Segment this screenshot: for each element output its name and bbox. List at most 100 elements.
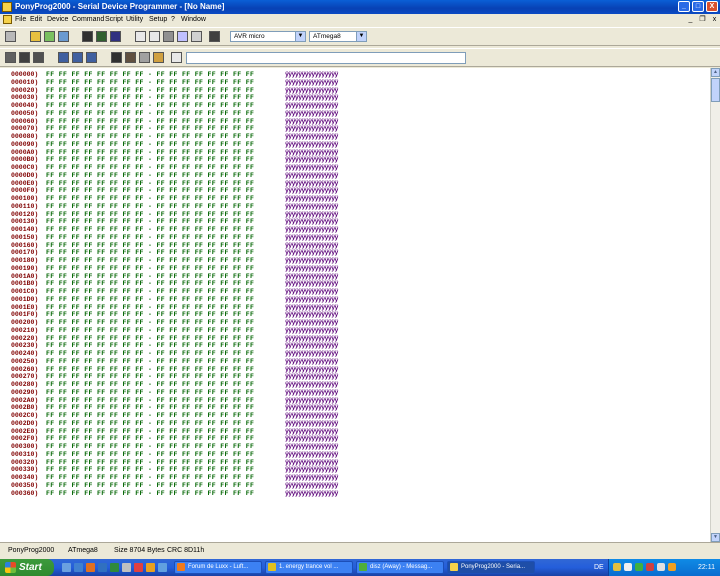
document-icon[interactable] (3, 15, 12, 24)
tray-messenger-icon[interactable] (635, 563, 643, 571)
row-ascii[interactable]: ÿÿÿÿÿÿÿÿÿÿÿÿÿÿÿÿ (285, 304, 338, 312)
tray-update-icon[interactable] (668, 563, 676, 571)
menu-help[interactable]: ? (171, 15, 175, 25)
title-bar[interactable]: PonyProg2000 - Serial Device Programmer … (0, 0, 720, 14)
row-hex-bytes[interactable]: FF FF FF FF FF FF FF FF - FF FF FF FF FF… (46, 304, 254, 312)
row-hex-bytes[interactable]: FF FF FF FF FF FF FF FF - FF FF FF FF FF… (46, 366, 254, 374)
row-ascii[interactable]: ÿÿÿÿÿÿÿÿÿÿÿÿÿÿÿÿ (285, 242, 338, 250)
row-ascii[interactable]: ÿÿÿÿÿÿÿÿÿÿÿÿÿÿÿÿ (285, 180, 338, 188)
row-ascii[interactable]: ÿÿÿÿÿÿÿÿÿÿÿÿÿÿÿÿ (285, 141, 338, 149)
chip-icon[interactable] (5, 31, 16, 42)
row-ascii[interactable]: ÿÿÿÿÿÿÿÿÿÿÿÿÿÿÿÿ (285, 265, 338, 273)
row-hex-bytes[interactable]: FF FF FF FF FF FF FF FF - FF FF FF FF FF… (46, 211, 254, 219)
row-hex-bytes[interactable]: FF FF FF FF FF FF FF FF - FF FF FF FF FF… (46, 133, 254, 141)
row-ascii[interactable]: ÿÿÿÿÿÿÿÿÿÿÿÿÿÿÿÿ (285, 319, 338, 327)
menu-setup[interactable]: Setup (149, 15, 167, 25)
open-folder-icon[interactable] (30, 31, 41, 42)
taskbar-item-music[interactable]: 1. energy trance vol ... (265, 561, 353, 574)
quicklaunch-firefox-icon[interactable] (86, 563, 95, 572)
row-hex-bytes[interactable]: FF FF FF FF FF FF FF FF - FF FF FF FF FF… (46, 180, 254, 188)
menu-device[interactable]: Device (47, 15, 68, 25)
row-hex-bytes[interactable]: FF FF FF FF FF FF FF FF - FF FF FF FF FF… (46, 203, 254, 211)
row-hex-bytes[interactable]: FF FF FF FF FF FF FF FF - FF FF FF FF FF… (46, 156, 254, 164)
row-ascii[interactable]: ÿÿÿÿÿÿÿÿÿÿÿÿÿÿÿÿ (285, 327, 338, 335)
scroll-thumb[interactable] (711, 78, 720, 102)
row-ascii[interactable]: ÿÿÿÿÿÿÿÿÿÿÿÿÿÿÿÿ (285, 474, 338, 482)
zoom-icon[interactable] (177, 31, 188, 42)
read-data-icon[interactable] (86, 52, 97, 63)
row-hex-bytes[interactable]: FF FF FF FF FF FF FF FF - FF FF FF FF FF… (46, 172, 254, 180)
row-ascii[interactable]: ÿÿÿÿÿÿÿÿÿÿÿÿÿÿÿÿ (285, 435, 338, 443)
row-ascii[interactable]: ÿÿÿÿÿÿÿÿÿÿÿÿÿÿÿÿ (285, 350, 338, 358)
row-ascii[interactable]: ÿÿÿÿÿÿÿÿÿÿÿÿÿÿÿÿ (285, 71, 338, 79)
row-ascii[interactable]: ÿÿÿÿÿÿÿÿÿÿÿÿÿÿÿÿ (285, 482, 338, 490)
row-hex-bytes[interactable]: FF FF FF FF FF FF FF FF - FF FF FF FF FF… (46, 249, 254, 257)
row-ascii[interactable]: ÿÿÿÿÿÿÿÿÿÿÿÿÿÿÿÿ (285, 335, 338, 343)
mdi-close-button[interactable]: x (710, 15, 719, 24)
row-hex-bytes[interactable]: FF FF FF FF FF FF FF FF - FF FF FF FF FF… (46, 218, 254, 226)
row-hex-bytes[interactable]: FF FF FF FF FF FF FF FF - FF FF FF FF FF… (46, 118, 254, 126)
row-hex-bytes[interactable]: FF FF FF FF FF FF FF FF - FF FF FF FF FF… (46, 79, 254, 87)
save-data-icon[interactable] (110, 31, 121, 42)
row-ascii[interactable]: ÿÿÿÿÿÿÿÿÿÿÿÿÿÿÿÿ (285, 373, 338, 381)
document-props-icon[interactable] (149, 31, 160, 42)
vertical-scrollbar[interactable]: ▲ ▼ (710, 68, 720, 542)
device-type-select[interactable]: ATmega8 ▼ (309, 31, 367, 42)
row-ascii[interactable]: ÿÿÿÿÿÿÿÿÿÿÿÿÿÿÿÿ (285, 443, 338, 451)
row-ascii[interactable]: ÿÿÿÿÿÿÿÿÿÿÿÿÿÿÿÿ (285, 381, 338, 389)
read-device-icon[interactable] (5, 52, 16, 63)
quicklaunch-app-icon[interactable] (122, 563, 131, 572)
row-ascii[interactable]: ÿÿÿÿÿÿÿÿÿÿÿÿÿÿÿÿ (285, 311, 338, 319)
quicklaunch-desktop-icon[interactable] (62, 563, 71, 572)
row-ascii[interactable]: ÿÿÿÿÿÿÿÿÿÿÿÿÿÿÿÿ (285, 149, 338, 157)
row-hex-bytes[interactable]: FF FF FF FF FF FF FF FF - FF FF FF FF FF… (46, 490, 254, 498)
row-ascii[interactable]: ÿÿÿÿÿÿÿÿÿÿÿÿÿÿÿÿ (285, 366, 338, 374)
row-ascii[interactable]: ÿÿÿÿÿÿÿÿÿÿÿÿÿÿÿÿ (285, 125, 338, 133)
row-hex-bytes[interactable]: FF FF FF FF FF FF FF FF - FF FF FF FF FF… (46, 125, 254, 133)
row-hex-bytes[interactable]: FF FF FF FF FF FF FF FF - FF FF FF FF FF… (46, 459, 254, 467)
row-ascii[interactable]: ÿÿÿÿÿÿÿÿÿÿÿÿÿÿÿÿ (285, 172, 338, 180)
row-ascii[interactable]: ÿÿÿÿÿÿÿÿÿÿÿÿÿÿÿÿ (285, 164, 338, 172)
erase-icon[interactable] (153, 52, 164, 63)
row-hex-bytes[interactable]: FF FF FF FF FF FF FF FF - FF FF FF FF FF… (46, 265, 254, 273)
lock-bits-icon[interactable] (111, 52, 122, 63)
row-hex-bytes[interactable]: FF FF FF FF FF FF FF FF - FF FF FF FF FF… (46, 187, 254, 195)
tray-volume-icon[interactable] (624, 563, 632, 571)
row-hex-bytes[interactable]: FF FF FF FF FF FF FF FF - FF FF FF FF FF… (46, 195, 254, 203)
row-hex-bytes[interactable]: FF FF FF FF FF FF FF FF - FF FF FF FF FF… (46, 149, 254, 157)
grid-icon[interactable] (139, 52, 150, 63)
write-program-icon[interactable] (72, 52, 83, 63)
row-ascii[interactable]: ÿÿÿÿÿÿÿÿÿÿÿÿÿÿÿÿ (285, 451, 338, 459)
row-ascii[interactable]: ÿÿÿÿÿÿÿÿÿÿÿÿÿÿÿÿ (285, 288, 338, 296)
row-ascii[interactable]: ÿÿÿÿÿÿÿÿÿÿÿÿÿÿÿÿ (285, 118, 338, 126)
mdi-restore-button[interactable]: ❐ (698, 15, 707, 24)
open-program-icon[interactable] (44, 31, 55, 42)
quicklaunch-word-icon[interactable] (98, 563, 107, 572)
language-indicator[interactable]: DE (594, 559, 604, 576)
row-hex-bytes[interactable]: FF FF FF FF FF FF FF FF - FF FF FF FF FF… (46, 242, 254, 250)
row-hex-bytes[interactable]: FF FF FF FF FF FF FF FF - FF FF FF FF FF… (46, 358, 254, 366)
row-hex-bytes[interactable]: FF FF FF FF FF FF FF FF - FF FF FF FF FF… (46, 474, 254, 482)
row-hex-bytes[interactable]: FF FF FF FF FF FF FF FF - FF FF FF FF FF… (46, 110, 254, 118)
row-ascii[interactable]: ÿÿÿÿÿÿÿÿÿÿÿÿÿÿÿÿ (285, 79, 338, 87)
device-family-select[interactable]: AVR micro ▼ (230, 31, 306, 42)
setup-tool-icon[interactable] (209, 31, 220, 42)
row-ascii[interactable]: ÿÿÿÿÿÿÿÿÿÿÿÿÿÿÿÿ (285, 156, 338, 164)
row-ascii[interactable]: ÿÿÿÿÿÿÿÿÿÿÿÿÿÿÿÿ (285, 187, 338, 195)
row-hex-bytes[interactable]: FF FF FF FF FF FF FF FF - FF FF FF FF FF… (46, 296, 254, 304)
security-icon[interactable] (125, 52, 136, 63)
menu-edit[interactable]: Edit (30, 15, 42, 25)
app-icon[interactable] (2, 2, 12, 12)
row-ascii[interactable]: ÿÿÿÿÿÿÿÿÿÿÿÿÿÿÿÿ (285, 234, 338, 242)
row-hex-bytes[interactable]: FF FF FF FF FF FF FF FF - FF FF FF FF FF… (46, 280, 254, 288)
row-hex-bytes[interactable]: FF FF FF FF FF FF FF FF - FF FF FF FF FF… (46, 397, 254, 405)
row-ascii[interactable]: ÿÿÿÿÿÿÿÿÿÿÿÿÿÿÿÿ (285, 203, 338, 211)
row-hex-bytes[interactable]: FF FF FF FF FF FF FF FF - FF FF FF FF FF… (46, 102, 254, 110)
save-program-icon[interactable] (96, 31, 107, 42)
row-hex-bytes[interactable]: FF FF FF FF FF FF FF FF - FF FF FF FF FF… (46, 451, 254, 459)
row-hex-bytes[interactable]: FF FF FF FF FF FF FF FF - FF FF FF FF FF… (46, 273, 254, 281)
row-ascii[interactable]: ÿÿÿÿÿÿÿÿÿÿÿÿÿÿÿÿ (285, 110, 338, 118)
row-ascii[interactable]: ÿÿÿÿÿÿÿÿÿÿÿÿÿÿÿÿ (285, 133, 338, 141)
chevron-down-icon[interactable]: ▼ (356, 32, 366, 41)
row-hex-bytes[interactable]: FF FF FF FF FF FF FF FF - FF FF FF FF FF… (46, 350, 254, 358)
